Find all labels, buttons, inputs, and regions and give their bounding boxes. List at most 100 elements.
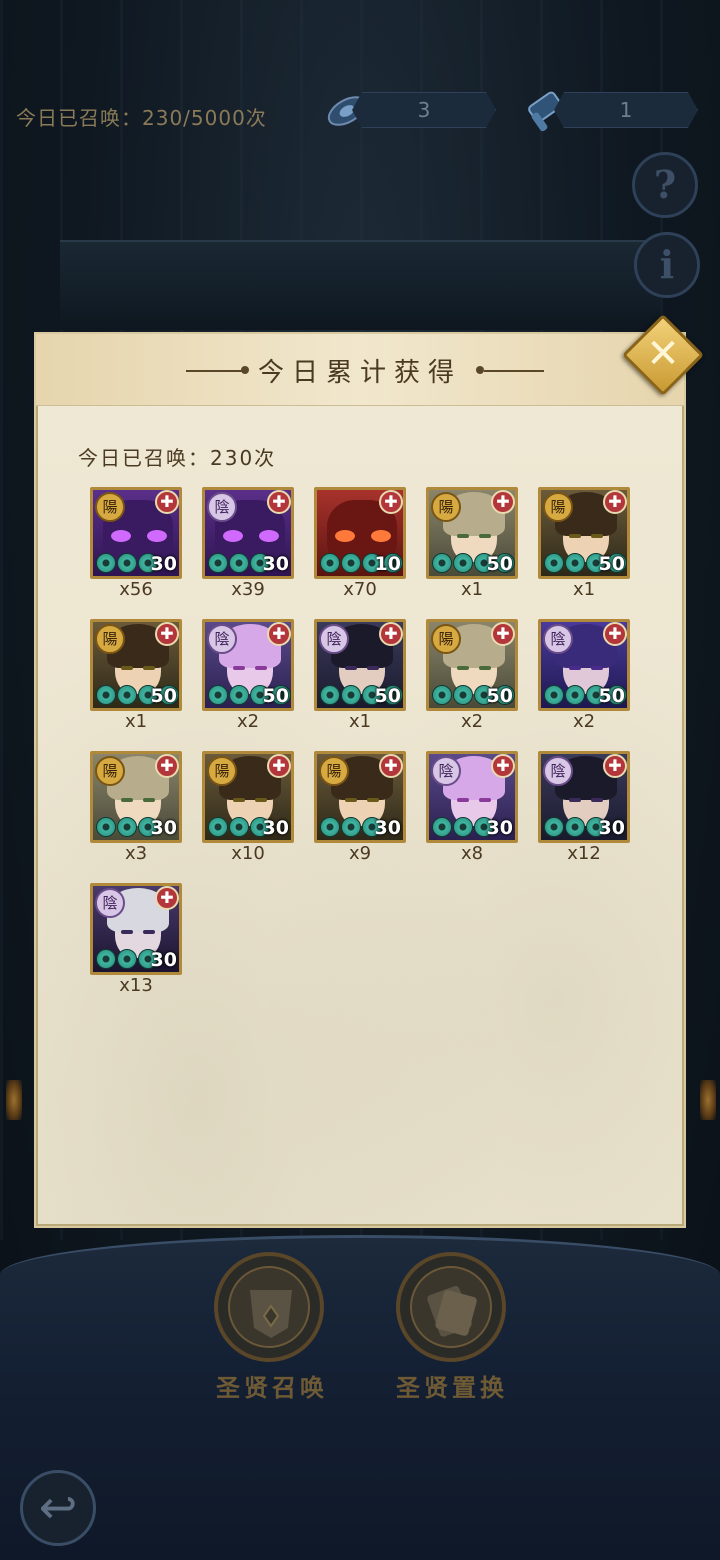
coin-icon <box>208 685 228 705</box>
yin-badge: 陰 <box>207 624 237 654</box>
add-icon: ✚ <box>379 754 403 778</box>
coin-icon <box>229 817 249 837</box>
add-icon: ✚ <box>155 622 179 646</box>
add-icon: ✚ <box>603 490 627 514</box>
hero-eye <box>591 798 603 802</box>
hero-count: x1 <box>348 711 372 732</box>
coin-icon <box>208 817 228 837</box>
hero-count: x1 <box>124 711 148 732</box>
coin-icon <box>96 817 116 837</box>
help-button[interactable]: ? <box>632 152 698 218</box>
coin-icon <box>565 685 585 705</box>
hero-card[interactable]: 陽 ✚ 30 <box>90 751 182 843</box>
hero-count: x2 <box>236 711 260 732</box>
summon-nav-button[interactable] <box>214 1252 324 1362</box>
coin-icon <box>544 685 564 705</box>
scroll-stack-icon <box>427 1285 477 1337</box>
add-icon: ✚ <box>491 622 515 646</box>
hero-card[interactable]: ✚ 10 <box>314 487 406 579</box>
hero-card[interactable]: 陰 ✚ 30 <box>90 883 182 975</box>
coin-icon <box>229 685 249 705</box>
hero-level: 30 <box>150 949 177 971</box>
yang-badge: 陽 <box>319 756 349 786</box>
hero-card[interactable]: 陽 ✚ 50 <box>426 619 518 711</box>
coin-icon <box>565 553 585 573</box>
hero-level: 30 <box>486 817 513 839</box>
mask-eye <box>371 530 391 542</box>
yang-badge: 陽 <box>431 492 461 522</box>
hero-card[interactable]: 陽 ✚ 50 <box>426 487 518 579</box>
add-icon: ✚ <box>603 622 627 646</box>
star-coin-row <box>96 817 158 837</box>
hero-level: 30 <box>598 817 625 839</box>
hero-card[interactable]: 陽 ✚ 30 <box>90 487 182 579</box>
hero-card[interactable]: 陽 ✚ 30 <box>314 751 406 843</box>
summon-nav-label[interactable]: 圣贤召唤 <box>216 1368 328 1403</box>
yang-badge: 陽 <box>95 492 125 522</box>
today-summoned-label: 今日已召唤：230次 <box>78 446 277 470</box>
exchange-nav-label[interactable]: 圣贤置换 <box>396 1368 508 1403</box>
hero-level: 30 <box>150 817 177 839</box>
title-ornament-right <box>484 370 544 372</box>
exchange-nav-button[interactable] <box>396 1252 506 1362</box>
hero-card[interactable]: 陽 ✚ 50 <box>90 619 182 711</box>
add-icon: ✚ <box>267 490 291 514</box>
hero-eye <box>233 798 245 802</box>
coin-icon <box>341 553 361 573</box>
hero-level: 30 <box>150 553 177 575</box>
hero-count: x3 <box>124 843 148 864</box>
hero-card[interactable]: 陽 ✚ 50 <box>538 487 630 579</box>
hero-card[interactable]: 陽 ✚ 30 <box>202 751 294 843</box>
bottom-ledge <box>0 1235 720 1560</box>
info-button[interactable]: i <box>634 232 700 298</box>
coin-icon <box>117 553 137 573</box>
coin-icon <box>117 817 137 837</box>
yang-badge: 陽 <box>95 756 125 786</box>
hero-eye <box>121 930 133 934</box>
hero-level: 50 <box>486 553 513 575</box>
star-coin-row <box>432 817 494 837</box>
hero-eye <box>479 666 491 670</box>
hero-eye <box>255 798 267 802</box>
hero-level: 50 <box>150 685 177 707</box>
yin-badge: 陰 <box>95 888 125 918</box>
hero-count: x56 <box>119 579 153 600</box>
yin-badge: 陰 <box>319 624 349 654</box>
coin-icon <box>432 817 452 837</box>
hero-card[interactable]: 陰 ✚ 50 <box>538 619 630 711</box>
hero-eye <box>479 534 491 538</box>
hero-count: x1 <box>460 579 484 600</box>
panel-title: 今日累计获得 <box>257 358 462 388</box>
hero-level: 50 <box>598 685 625 707</box>
coin-icon <box>96 553 116 573</box>
hero-eye <box>143 666 155 670</box>
mask-eye <box>223 530 243 542</box>
resource-2-value: 1 <box>554 92 698 128</box>
hero-level: 30 <box>262 817 289 839</box>
title-ornament-right-dot <box>476 366 484 374</box>
mask-eye <box>111 530 131 542</box>
hero-count: x2 <box>572 711 596 732</box>
coin-icon <box>453 817 473 837</box>
hero-eye <box>457 666 469 670</box>
coin-icon <box>96 949 116 969</box>
close-icon[interactable]: ✕ <box>634 326 692 384</box>
star-coin-row <box>320 817 382 837</box>
star-coin-row <box>96 553 158 573</box>
hero-eye <box>233 666 245 670</box>
star-coin-row <box>96 949 158 969</box>
hero-count: x10 <box>231 843 265 864</box>
hero-level: 50 <box>486 685 513 707</box>
coin-icon <box>208 553 228 573</box>
hero-card[interactable]: 陰 ✚ 30 <box>426 751 518 843</box>
hero-card[interactable]: 陰 ✚ 50 <box>202 619 294 711</box>
lamp-right <box>700 1080 716 1120</box>
hero-card[interactable]: 陰 ✚ 30 <box>202 487 294 579</box>
hero-card[interactable]: 陰 ✚ 30 <box>538 751 630 843</box>
hero-count: x70 <box>343 579 377 600</box>
hero-count: x13 <box>119 975 153 996</box>
hero-card[interactable]: 陰 ✚ 50 <box>314 619 406 711</box>
hero-count: x2 <box>460 711 484 732</box>
back-button[interactable]: ↩ <box>20 1470 96 1546</box>
yang-badge: 陽 <box>543 492 573 522</box>
